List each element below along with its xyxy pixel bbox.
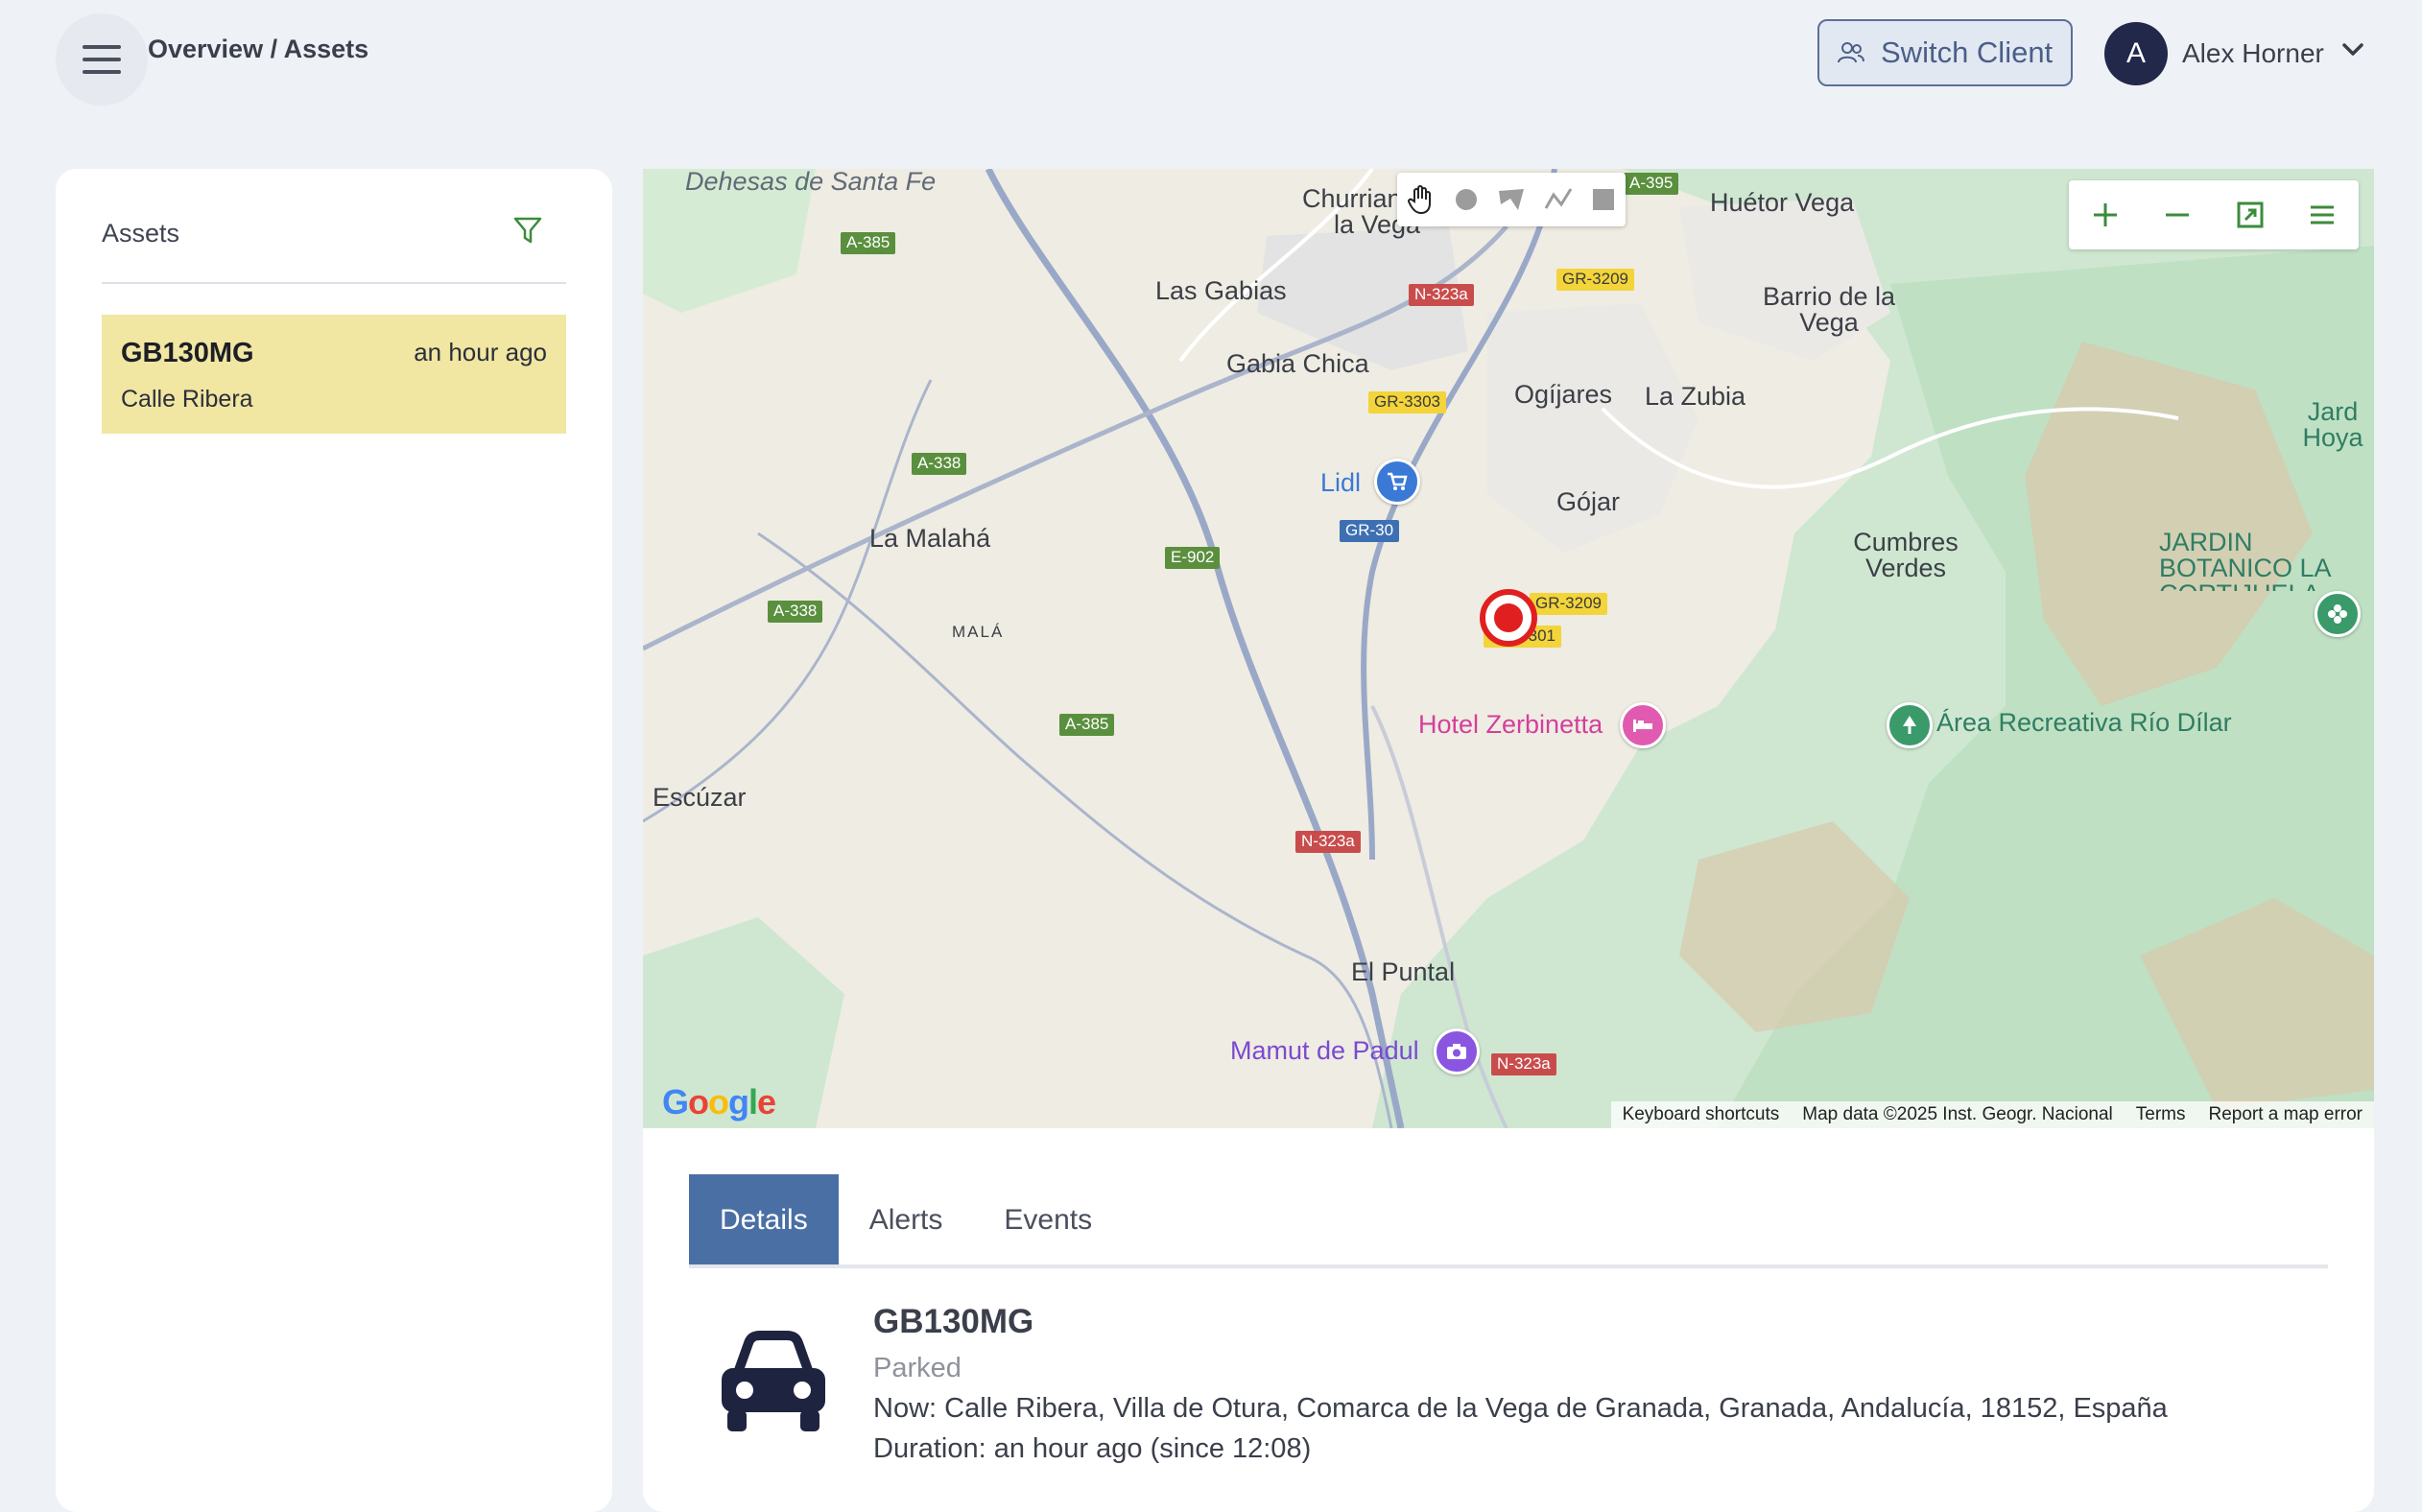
asset-duration: Duration: an hour ago (since 12:08) <box>873 1433 1312 1464</box>
map-data-text: Map data ©2025 Inst. Geogr. Nacional <box>1802 1104 2113 1124</box>
road-badge: GR-30 <box>1340 520 1400 542</box>
map-label-huetor-vega: Huétor Vega <box>1710 188 1855 217</box>
rectangle-draw-icon[interactable] <box>1591 187 1616 212</box>
tab-alerts[interactable]: Alerts <box>839 1174 974 1266</box>
map-label-hotel-zerbinetta: Hotel Zerbinetta <box>1418 710 1603 739</box>
filter-icon[interactable] <box>512 215 543 246</box>
drawing-toolbar <box>1397 173 1626 226</box>
road-badge: N-323a <box>1409 284 1474 306</box>
switch-client-button[interactable]: Switch Client <box>1817 19 2073 86</box>
road-badge: A-385 <box>1059 714 1115 736</box>
asset-title: GB130MG <box>873 1303 1034 1340</box>
map-label-el-puntal: El Puntal <box>1351 957 1456 986</box>
tab-divider <box>689 1264 2328 1268</box>
users-icon <box>1838 42 1864 63</box>
fit-bounds-icon[interactable] <box>2236 201 2265 229</box>
asset-id: GB130MG <box>121 338 254 368</box>
map-view[interactable]: Dehesas de Santa Fe Churriana de la Vega… <box>643 169 2374 1128</box>
details-panel: Details Alerts Events GB130MG Parked Now… <box>643 1128 2374 1512</box>
polyline-draw-icon[interactable] <box>1544 187 1573 212</box>
asset-location-marker[interactable] <box>1480 589 1537 647</box>
hamburger-icon <box>83 45 121 74</box>
map-attribution: Keyboard shortcuts Map data ©2025 Inst. … <box>1610 1101 2374 1128</box>
report-map-error-link[interactable]: Report a map error <box>2208 1104 2363 1125</box>
map-label-cumbres-verdes: Cumbres Verdes <box>1853 528 1959 582</box>
detail-tabs: Details Alerts Events <box>689 1174 1123 1266</box>
asset-last-seen: an hour ago <box>414 338 547 366</box>
map-label-barrio-de-la-vega: Barrio de la Vega <box>1762 282 1896 337</box>
map-label-lidl: Lidl <box>1320 468 1362 497</box>
map-label-area-recreativa: Área Recreativa Río Dílar <box>1936 708 2232 737</box>
road-badge: GR-3209 <box>1530 593 1607 615</box>
asset-location: Calle Ribera <box>121 386 253 413</box>
map-label-dehesas: Dehesas de Santa Fe <box>685 169 937 196</box>
map-label-mala: MALÁ <box>952 623 1005 641</box>
tab-events[interactable]: Events <box>973 1174 1123 1266</box>
road-badge: GR-3303 <box>1368 391 1446 413</box>
asset-list-item[interactable]: GB130MG an hour ago Calle Ribera <box>102 315 566 434</box>
asset-current-location: Now: Calle Ribera, Villa de Otura, Comar… <box>873 1393 2168 1424</box>
terms-link[interactable]: Terms <box>2136 1104 2186 1125</box>
map-label-escuzar: Escúzar <box>653 783 747 812</box>
map-label-mamut-de-padul: Mamut de Padul <box>1230 1036 1419 1065</box>
map-base-layer <box>643 169 2374 1128</box>
polygon-draw-icon[interactable] <box>1497 187 1526 212</box>
map-label-las-gabias: Las Gabias <box>1155 276 1287 305</box>
car-icon <box>722 1331 825 1431</box>
bed-icon[interactable] <box>1620 702 1666 748</box>
tab-details[interactable]: Details <box>689 1174 839 1266</box>
keyboard-shortcuts-link[interactable]: Keyboard shortcuts <box>1623 1104 1780 1125</box>
shopping-cart-icon[interactable] <box>1374 459 1420 505</box>
panel-divider <box>102 282 566 284</box>
assets-panel: Assets GB130MG an hour ago Calle Ribera <box>56 169 612 1512</box>
avatar[interactable]: A <box>2104 22 2168 85</box>
map-label-la-malaha: La Malahá <box>869 524 991 553</box>
camera-icon[interactable] <box>1434 1028 1480 1075</box>
flower-icon[interactable] <box>2315 591 2361 637</box>
road-badge: E-902 <box>1165 547 1221 569</box>
tree-icon[interactable] <box>1887 702 1933 748</box>
road-badge: N-323a <box>1295 831 1361 853</box>
circle-draw-icon[interactable] <box>1454 187 1479 212</box>
road-badge: A-338 <box>912 453 967 475</box>
map-label-la-zubia: La Zubia <box>1645 382 1746 411</box>
switch-client-label: Switch Client <box>1881 35 2054 69</box>
hamburger-menu-button[interactable] <box>56 13 148 106</box>
zoom-in-icon[interactable] <box>2091 201 2120 229</box>
google-logo: Google <box>662 1082 776 1122</box>
zoom-out-icon[interactable] <box>2163 201 2192 229</box>
map-label-jardin-botanico: JARDIN BOTANICO LA CORTIJUELA <box>2159 530 2331 591</box>
road-badge: GR-3209 <box>1556 269 1634 291</box>
layers-menu-icon[interactable] <box>2308 201 2337 229</box>
map-controls <box>2069 180 2359 249</box>
map-label-ogijares: Ogíjares <box>1514 380 1613 409</box>
assets-panel-title: Assets <box>102 219 180 248</box>
road-badge: A-338 <box>768 601 823 623</box>
breadcrumb: Overview / Assets <box>148 35 369 63</box>
map-label-gojar: Gójar <box>1556 487 1621 516</box>
asset-status: Parked <box>873 1353 962 1383</box>
chevron-down-icon[interactable] <box>2341 42 2364 58</box>
road-badge: N-323a <box>1491 1053 1556 1075</box>
marker-dot <box>1494 603 1523 632</box>
map-label-gabia-chica: Gabia Chica <box>1226 349 1369 378</box>
user-name[interactable]: Alex Horner <box>2182 38 2324 69</box>
road-badge: A-395 <box>1624 173 1679 195</box>
map-label-jard-hoya: Jard Hoya <box>2302 397 2363 452</box>
hand-pan-icon[interactable] <box>1407 184 1436 215</box>
road-badge: A-385 <box>841 232 896 254</box>
